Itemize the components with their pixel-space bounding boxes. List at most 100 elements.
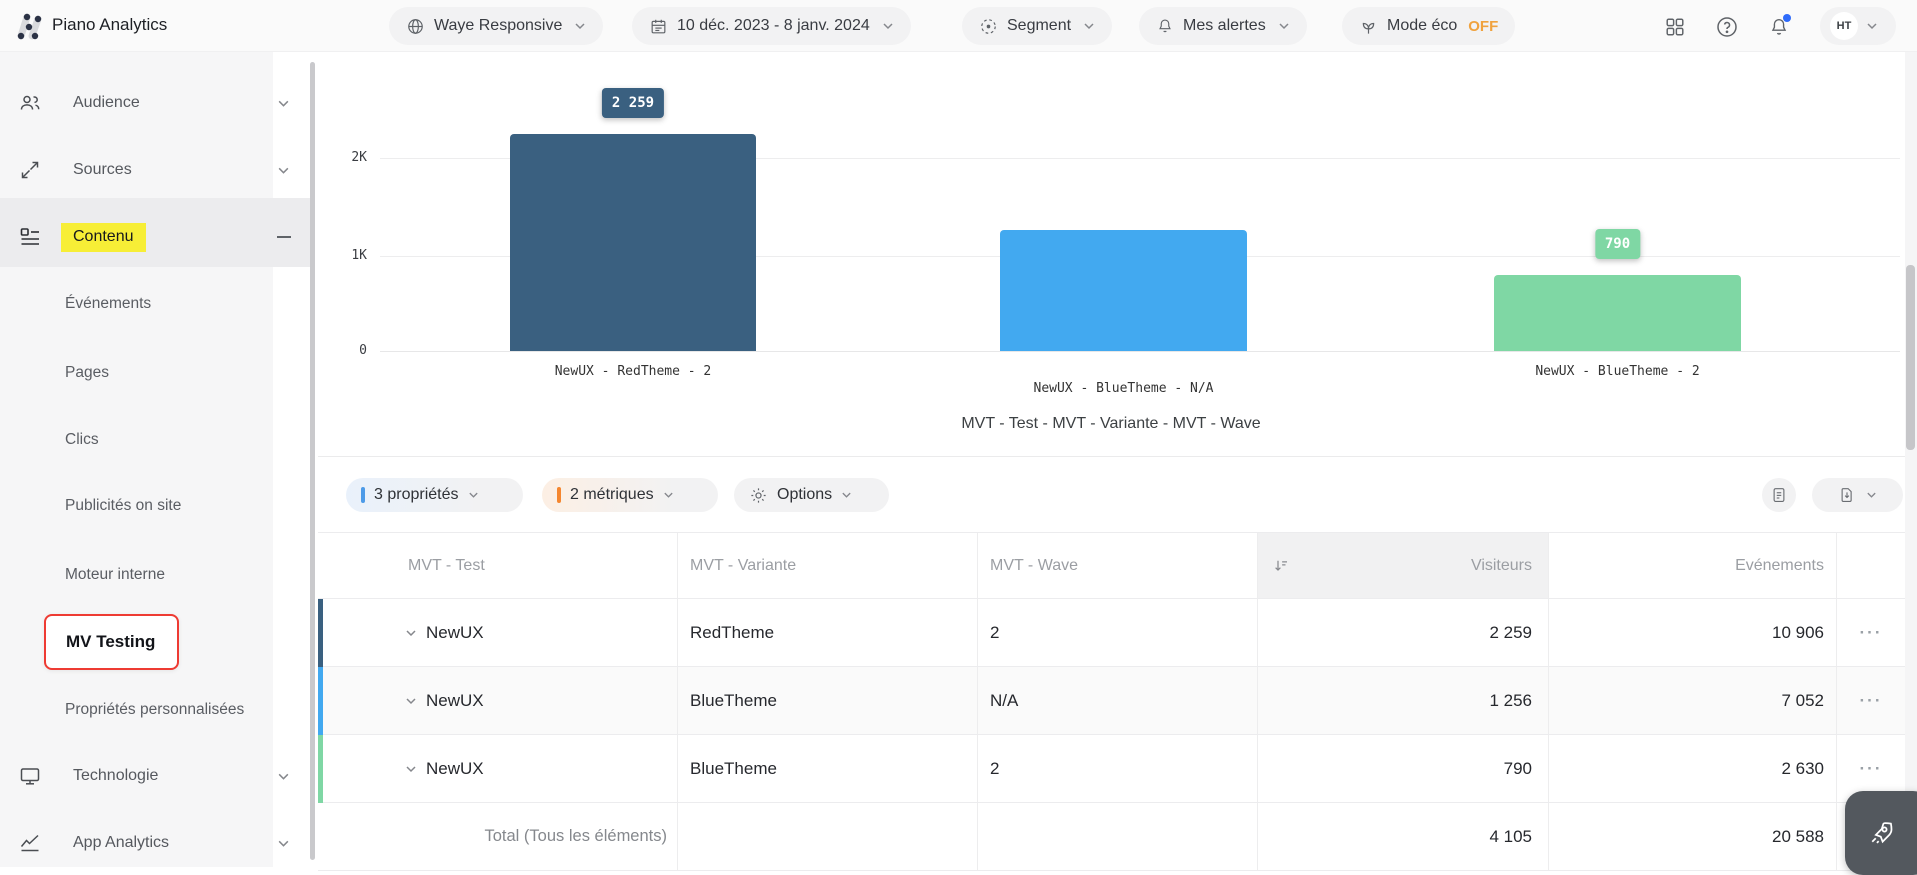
total-evenements: 20 588 — [1548, 803, 1836, 870]
sidebar-item-label: Moteur interne — [65, 566, 165, 584]
column-header-mvt-variante[interactable]: MVT - Variante — [677, 533, 977, 598]
document-icon — [1770, 486, 1788, 504]
sidebar-scrollbar[interactable] — [310, 62, 315, 860]
site-selector[interactable]: Waye Responsive — [389, 7, 603, 45]
sort-descending-icon[interactable] — [1272, 557, 1290, 575]
chevron-down-icon — [468, 491, 479, 499]
chevron-down-icon — [277, 772, 290, 781]
properties-color-bar-icon — [361, 487, 365, 503]
assistant-rocket-button[interactable] — [1845, 791, 1917, 875]
sidebar-item-audience[interactable]: Audience — [0, 91, 312, 115]
sidebar-item-technologie[interactable]: Technologie — [0, 764, 312, 788]
section-divider — [318, 456, 1905, 457]
row-menu-button[interactable]: ··· — [1860, 623, 1883, 643]
eco-mode-label: Mode éco — [1387, 17, 1457, 35]
total-empty-cell — [977, 803, 1257, 870]
row-expand-chevron-icon[interactable] — [405, 697, 417, 705]
chevron-down-icon — [663, 491, 674, 499]
chart-bar-3[interactable] — [1494, 275, 1741, 351]
top-header: Piano Analytics Waye Responsive 10 déc. … — [0, 0, 1917, 52]
chevron-down-icon — [1866, 491, 1877, 499]
chevron-down-icon — [841, 491, 852, 499]
chevron-down-icon — [1866, 22, 1878, 30]
sidebar-item-contenu[interactable]: Contenu — [0, 225, 312, 249]
column-header-actions — [1836, 533, 1905, 598]
sidebar-item-publicites-on-site[interactable]: Publicités on site — [0, 494, 312, 518]
notifications-button[interactable] — [1766, 14, 1792, 40]
chart-axis-title: MVT - Test - MVT - Variante - MVT - Wave — [380, 415, 1842, 433]
column-header-evenements[interactable]: Evénements — [1548, 533, 1836, 598]
chart-bar-1[interactable] — [510, 134, 756, 351]
cell-mvt-test: NewUX — [426, 623, 484, 643]
cell-mvt-wave: 2 — [977, 599, 1257, 666]
main-scrollbar-thumb[interactable] — [1906, 265, 1915, 450]
main-scrollbar[interactable] — [1905, 52, 1917, 867]
chevron-down-icon — [277, 166, 290, 175]
chevron-down-icon — [1278, 22, 1290, 30]
sidebar-item-mv-testing[interactable]: MV Testing — [44, 614, 179, 670]
cell-visiteurs: 1 256 — [1257, 667, 1548, 734]
metrics-dropdown[interactable]: 2 métriques — [542, 478, 718, 512]
cell-mvt-test: NewUX — [426, 759, 484, 779]
sidebar-item-app-analytics[interactable]: App Analytics — [0, 831, 312, 855]
metrics-color-bar-icon — [557, 487, 561, 503]
date-range-picker[interactable]: 10 déc. 2023 - 8 janv. 2024 — [632, 7, 911, 45]
properties-dropdown[interactable]: 3 propriétés — [346, 478, 523, 512]
sidebar-item-label: Événements — [65, 295, 151, 313]
app-title: Piano Analytics — [52, 15, 167, 35]
user-menu[interactable]: HT — [1820, 7, 1896, 45]
sidebar-item-label: Technologie — [73, 767, 158, 785]
sidebar-nav: Audience Sources Contenu Événements Page… — [0, 52, 316, 867]
bar-category-label: NewUX - BlueTheme - N/A — [1033, 381, 1213, 396]
sidebar-item-pages[interactable]: Pages — [0, 361, 312, 385]
sidebar-item-evenements[interactable]: Événements — [0, 292, 312, 316]
help-button[interactable] — [1714, 14, 1740, 40]
row-expand-chevron-icon[interactable] — [405, 765, 417, 773]
options-dropdown[interactable]: Options — [734, 478, 889, 512]
my-alerts-button[interactable]: Mes alertes — [1139, 7, 1307, 45]
segment-label: Segment — [1007, 17, 1071, 35]
chevron-down-icon — [574, 22, 586, 30]
row-expand-chevron-icon[interactable] — [405, 629, 417, 637]
collapse-minus-icon[interactable] — [277, 236, 291, 238]
sidebar-item-label: Clics — [65, 431, 99, 449]
table-row[interactable]: NewUX BlueTheme 2 790 2 630 ··· — [318, 735, 1905, 803]
cell-mvt-wave: 2 — [977, 735, 1257, 802]
row-menu-button[interactable]: ··· — [1860, 759, 1883, 779]
metrics-dropdown-label: 2 métriques — [570, 486, 654, 504]
table-row[interactable]: NewUX RedTheme 2 2 259 10 906 ··· — [318, 599, 1905, 667]
total-empty-cell — [677, 803, 977, 870]
sidebar-item-label: Propriétés personnalisées — [65, 701, 244, 719]
table-row[interactable]: NewUX BlueTheme N/A 1 256 7 052 ··· — [318, 667, 1905, 735]
calendar-icon — [649, 17, 668, 36]
column-header-visiteurs-sorted[interactable]: Visiteurs — [1257, 533, 1548, 598]
sidebar-item-moteur-interne[interactable]: Moteur interne — [0, 563, 312, 587]
column-header-label: Visiteurs — [1471, 557, 1532, 575]
segment-selector[interactable]: Segment — [962, 7, 1112, 45]
report-summary-button[interactable] — [1762, 478, 1796, 512]
column-header-mvt-test[interactable]: MVT - Test — [318, 533, 677, 598]
globe-icon — [406, 17, 425, 36]
bell-icon — [1156, 17, 1174, 35]
segment-target-icon — [979, 17, 998, 36]
eco-mode-state: OFF — [1468, 18, 1498, 35]
notification-badge — [1783, 14, 1791, 22]
apps-grid-button[interactable] — [1662, 14, 1688, 40]
chart-bar-2[interactable] — [1000, 230, 1247, 351]
my-alerts-label: Mes alertes — [1183, 17, 1266, 35]
bar-category-label: NewUX - RedTheme - 2 — [555, 364, 712, 379]
total-visiteurs: 4 105 — [1257, 803, 1548, 870]
arrows-exchange-icon — [18, 158, 42, 182]
x-axis-baseline — [380, 351, 1900, 352]
date-range-label: 10 déc. 2023 - 8 janv. 2024 — [677, 17, 870, 35]
row-menu-button[interactable]: ··· — [1860, 691, 1883, 711]
export-button[interactable] — [1812, 478, 1903, 512]
line-chart-icon — [18, 831, 42, 855]
sidebar-item-label: Publicités on site — [65, 497, 181, 515]
eco-mode-toggle[interactable]: Mode éco OFF — [1342, 7, 1515, 45]
sidebar-item-sources[interactable]: Sources — [0, 158, 312, 182]
column-header-mvt-wave[interactable]: MVT - Wave — [977, 533, 1257, 598]
sidebar-item-proprietes-personnalisees[interactable]: Propriétés personnalisées — [0, 698, 312, 722]
gear-icon — [749, 486, 768, 505]
sidebar-item-clics[interactable]: Clics — [0, 428, 312, 452]
